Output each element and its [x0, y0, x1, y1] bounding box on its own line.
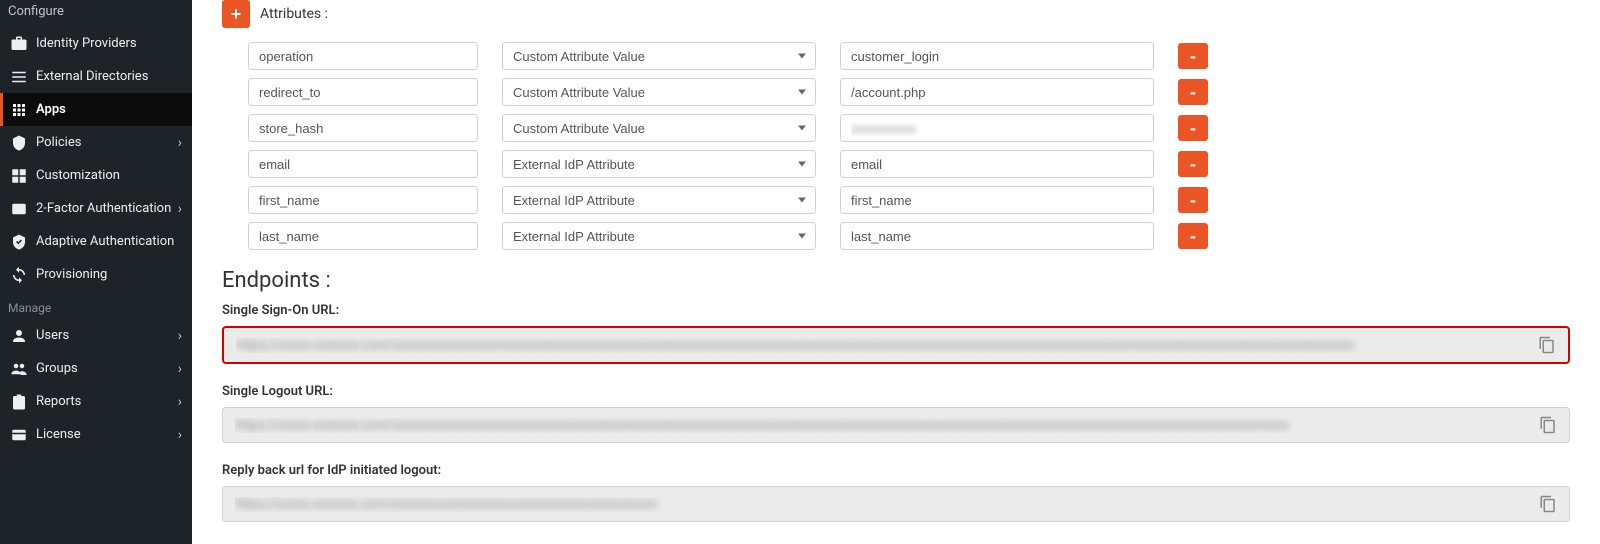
sidebar-item-label: Reports: [36, 394, 81, 409]
attribute-name-input[interactable]: [248, 186, 478, 214]
attribute-type-select[interactable]: Custom Attribute Value: [502, 42, 816, 70]
copy-icon[interactable]: [1538, 336, 1556, 354]
chevron-right-icon: ›: [178, 135, 182, 151]
sidebar-item-users[interactable]: Users ›: [0, 319, 192, 352]
slo-url-box: https://xxxxx.xxxxxxx.com/xxxxxxxxxxxxxx…: [222, 407, 1570, 443]
user-icon: [10, 327, 28, 345]
sidebar-item-label: Identity Providers: [36, 36, 137, 51]
chevron-right-icon: ›: [178, 201, 182, 217]
sidebar-item-external-directories[interactable]: External Directories: [0, 60, 192, 93]
add-attribute-button[interactable]: +: [222, 0, 250, 28]
sidebar-item-label: Groups: [36, 361, 78, 376]
chevron-right-icon: ›: [178, 361, 182, 377]
sidebar-section-manage: Manage: [0, 291, 192, 319]
main-content: + Attributes : Custom Attribute Value - …: [192, 0, 1600, 544]
attribute-type-select[interactable]: Custom Attribute Value: [502, 78, 816, 106]
attribute-value-input[interactable]: [840, 42, 1154, 70]
sidebar-item-label: Adaptive Authentication: [36, 234, 174, 249]
attribute-rows: Custom Attribute Value - Custom Attribut…: [222, 42, 1570, 250]
attribute-type-select[interactable]: External IdP Attribute: [502, 222, 816, 250]
endpoints-title: Endpoints :: [222, 268, 1570, 293]
attribute-type-select[interactable]: External IdP Attribute: [502, 186, 816, 214]
sidebar-item-label: Apps: [36, 102, 66, 117]
attribute-type-select[interactable]: External IdP Attribute: [502, 150, 816, 178]
attribute-name-input[interactable]: [248, 78, 478, 106]
attribute-name-input[interactable]: [248, 150, 478, 178]
sidebar-item-label: License: [36, 427, 81, 442]
sidebar-item-groups[interactable]: Groups ›: [0, 352, 192, 385]
sidebar: Configure Identity Providers External Di…: [0, 0, 192, 544]
sidebar-section-configure: Configure: [0, 0, 192, 27]
sidebar-item-policies[interactable]: Policies ›: [0, 126, 192, 159]
remove-attribute-button[interactable]: -: [1178, 187, 1208, 213]
attribute-row: External IdP Attribute -: [248, 222, 1570, 250]
sso-url-box: https://xxxxx.xxxxxxx.com/xxxxxxxxxxxxxx…: [222, 326, 1570, 364]
attribute-row: Custom Attribute Value -: [248, 114, 1570, 142]
attribute-value-input[interactable]: [840, 186, 1154, 214]
attribute-value-input[interactable]: [840, 222, 1154, 250]
attribute-row: External IdP Attribute -: [248, 150, 1570, 178]
reply-url-text: https://xxxxx.xxxxxxx.com/xxxxxxxxxxxxxx…: [235, 497, 1531, 512]
chevron-right-icon: ›: [178, 394, 182, 410]
sidebar-item-label: Provisioning: [36, 267, 107, 282]
remove-attribute-button[interactable]: -: [1178, 223, 1208, 249]
attribute-value-input[interactable]: [840, 114, 1154, 142]
sidebar-item-adaptive-auth[interactable]: Adaptive Authentication: [0, 225, 192, 258]
attribute-row: Custom Attribute Value -: [248, 42, 1570, 70]
card-icon: [10, 426, 28, 444]
remove-attribute-button[interactable]: -: [1178, 43, 1208, 69]
sidebar-item-apps[interactable]: Apps: [0, 93, 192, 126]
sidebar-item-identity-providers[interactable]: Identity Providers: [0, 27, 192, 60]
attribute-value-input[interactable]: [840, 150, 1154, 178]
sidebar-item-customization[interactable]: Customization: [0, 159, 192, 192]
attributes-header: + Attributes :: [222, 0, 1570, 28]
remove-attribute-button[interactable]: -: [1178, 79, 1208, 105]
briefcase-icon: [10, 35, 28, 53]
shield-icon: [10, 134, 28, 152]
attribute-value-input[interactable]: [840, 78, 1154, 106]
reply-url-label: Reply back url for IdP initiated logout:: [222, 463, 1570, 478]
attribute-row: Custom Attribute Value -: [248, 78, 1570, 106]
attribute-name-input[interactable]: [248, 114, 478, 142]
slo-url-text: https://xxxxx.xxxxxxx.com/xxxxxxxxxxxxxx…: [235, 418, 1531, 433]
chevron-right-icon: ›: [178, 328, 182, 344]
customization-icon: [10, 167, 28, 185]
sidebar-item-2fa[interactable]: 2-Factor Authentication ›: [0, 192, 192, 225]
sidebar-item-label: 2-Factor Authentication: [36, 201, 171, 216]
remove-attribute-button[interactable]: -: [1178, 151, 1208, 177]
chevron-right-icon: ›: [178, 427, 182, 443]
sidebar-item-provisioning[interactable]: Provisioning: [0, 258, 192, 291]
copy-icon[interactable]: [1539, 416, 1557, 434]
group-icon: [10, 360, 28, 378]
sso-url-label: Single Sign-On URL:: [222, 303, 1570, 318]
attribute-type-select[interactable]: Custom Attribute Value: [502, 114, 816, 142]
slo-url-label: Single Logout URL:: [222, 384, 1570, 399]
sidebar-item-label: Policies: [36, 135, 81, 150]
check-shield-icon: [10, 233, 28, 251]
list-icon: [10, 68, 28, 86]
attributes-label: Attributes :: [260, 6, 328, 22]
clipboard-icon: [10, 393, 28, 411]
sidebar-item-label: Users: [36, 328, 69, 343]
sidebar-item-label: Customization: [36, 168, 120, 183]
attribute-row: External IdP Attribute -: [248, 186, 1570, 214]
apps-grid-icon: [10, 101, 28, 119]
attribute-name-input[interactable]: [248, 42, 478, 70]
sync-icon: [10, 266, 28, 284]
copy-icon[interactable]: [1539, 495, 1557, 513]
remove-attribute-button[interactable]: -: [1178, 115, 1208, 141]
sidebar-item-label: External Directories: [36, 69, 148, 84]
sso-url-text: https://xxxxx.xxxxxxx.com/xxxxxxxxxxxxxx…: [236, 338, 1530, 353]
2fa-icon: [10, 200, 28, 218]
attribute-name-input[interactable]: [248, 222, 478, 250]
sidebar-item-license[interactable]: License ›: [0, 418, 192, 451]
reply-url-box: https://xxxxx.xxxxxxx.com/xxxxxxxxxxxxxx…: [222, 486, 1570, 522]
sidebar-item-reports[interactable]: Reports ›: [0, 385, 192, 418]
